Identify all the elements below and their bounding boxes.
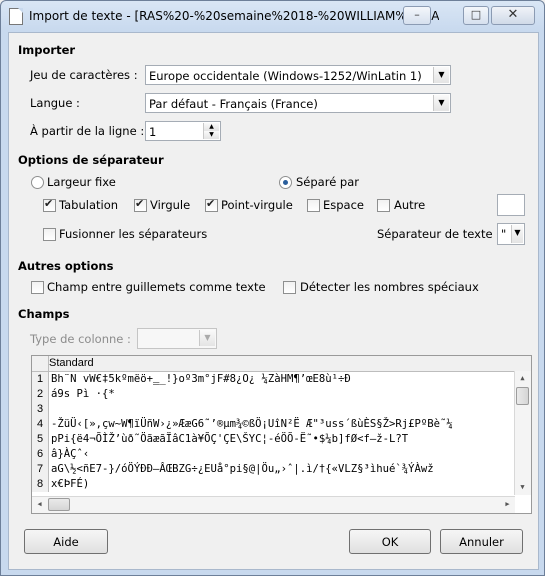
chevron-down-icon[interactable]: ▼ <box>511 225 523 243</box>
row-number: 2 <box>32 387 49 402</box>
cancel-button[interactable]: Annuler <box>440 529 523 554</box>
preview-row: 3 <box>32 402 512 417</box>
row-number: 4 <box>32 417 49 432</box>
row-number: 3 <box>32 402 49 417</box>
row-text: -ŽüÜ‹[»,çw~W¶ïÜñW›¿»ÆæG6˜’®µm¾©ßÖ¡UîN²Ë … <box>51 418 453 430</box>
close-button[interactable]: ✕ <box>491 6 535 25</box>
preview-row: 6 â}ÀÇˆ‹ <box>32 447 512 462</box>
row-number: 1 <box>32 372 49 387</box>
vertical-scrollbar[interactable]: ▲ ▼ <box>514 371 531 495</box>
scroll-right-icon[interactable]: ▶ <box>500 497 515 512</box>
row-text: pPi{ë4¬ÕÌŽ’ùð˜ÖãæãÏâC1à¥ÕÇ'ÇE\ŠYC¦-éÖÕ-Ë… <box>51 433 409 445</box>
chevron-down-icon[interactable]: ▼ <box>433 67 449 83</box>
detect-special-numbers-checkbox[interactable] <box>283 281 296 294</box>
text-separator-label: Séparateur de texte : <box>377 227 501 241</box>
semicolon-label: Point-virgule <box>221 198 293 212</box>
preview-grid[interactable]: Standard 1 Bh¨N vW€‡5kºmëö+‗_!}oº3m°jF#8… <box>31 355 532 514</box>
import-text-dialog: Import de texte - [RAS%20-%20semaine%201… <box>0 0 545 576</box>
horizontal-scrollbar[interactable]: ◀ ▶ <box>32 496 515 513</box>
column-type-select[interactable]: ▼ <box>137 328 217 349</box>
from-line-spinner[interactable]: 1 ▲ ▼ <box>145 121 221 141</box>
quoted-as-text-checkbox[interactable] <box>31 281 44 294</box>
comma-label: Virgule <box>150 198 191 212</box>
text-separator-select[interactable]: " ▼ <box>497 223 525 245</box>
row-text: Bh¨N vW€‡5kºmëö+‗_!}oº3m°jF#8¿O¿ ¼ZàHM¶’… <box>51 373 351 385</box>
language-select[interactable]: Par défaut - Français (France) ▼ <box>145 93 451 113</box>
merge-separators-checkbox[interactable] <box>43 228 56 241</box>
semicolon-checkbox[interactable] <box>205 197 218 212</box>
tab-checkbox[interactable] <box>43 197 56 212</box>
scroll-up-icon[interactable]: ▲ <box>515 371 530 386</box>
space-checkbox[interactable] <box>307 199 320 212</box>
language-value: Par défaut - Français (France) <box>149 97 318 111</box>
help-button[interactable]: Aide <box>24 529 108 554</box>
vertical-scroll-thumb[interactable] <box>516 387 529 405</box>
charset-select[interactable]: Europe occidentale (Windows-1252/WinLati… <box>145 65 451 85</box>
other-options-header: Autres options <box>18 259 114 273</box>
column-header[interactable]: Standard <box>49 357 94 369</box>
row-text: x€ÞFÉ) <box>51 478 90 490</box>
language-label: Langue : <box>30 96 80 110</box>
other-checkbox[interactable] <box>377 199 390 212</box>
from-line-label: À partir de la ligne : <box>30 124 145 138</box>
fields-header: Champs <box>18 307 70 321</box>
minimize-button[interactable]: – <box>403 6 431 25</box>
preview-row: 5 pPi{ë4¬ÕÌŽ’ùð˜ÖãæãÏâC1à¥ÕÇ'ÇE\ŠYC¦-éÖÕ… <box>32 432 512 447</box>
space-label: Espace <box>323 198 365 212</box>
row-text: aG\½<ñE7-}/óÖÝÐÐ–ÂŒBZG÷¿EUå°pi§@|Öu„›ˆ|.… <box>51 463 434 475</box>
import-section-header: Importer <box>18 43 76 57</box>
preview-row: 8 x€ÞFÉ) <box>32 477 512 492</box>
dialog-body: Importer Jeu de caractères : Europe occi… <box>8 32 539 570</box>
preview-row: 1 Bh¨N vW€‡5kºmëö+‗_!}oº3m°jF#8¿O¿ ¼ZàHM… <box>32 372 512 387</box>
row-number: 6 <box>32 447 49 462</box>
row-number: 7 <box>32 462 49 477</box>
spin-down-icon[interactable]: ▼ <box>203 131 219 139</box>
detect-special-numbers-label: Détecter les nombres spéciaux <box>300 280 479 294</box>
spin-up-icon[interactable]: ▲ <box>203 123 219 131</box>
fixed-width-radio[interactable] <box>31 176 44 189</box>
preview-header: Standard <box>32 356 531 372</box>
comma-checkbox[interactable] <box>134 197 147 212</box>
row-number: 8 <box>32 477 49 492</box>
row-text: á9s Pì ·{* <box>51 388 115 400</box>
maximize-button[interactable]: □ <box>463 6 489 25</box>
quoted-as-text-label: Champ entre guillemets comme texte <box>47 280 266 294</box>
tab-label: Tabulation <box>59 198 119 212</box>
charset-value: Europe occidentale (Windows-1252/WinLati… <box>149 69 422 83</box>
horizontal-scroll-thumb[interactable] <box>48 498 70 511</box>
merge-separators-label: Fusionner les séparateurs <box>59 227 208 241</box>
other-separator-input[interactable] <box>497 194 525 216</box>
from-line-value: 1 <box>149 125 157 139</box>
fixed-width-label: Largeur fixe <box>47 175 116 189</box>
ok-button[interactable]: OK <box>349 529 431 554</box>
separator-section-header: Options de séparateur <box>18 153 164 167</box>
separated-by-label: Séparé par <box>296 175 360 189</box>
separated-by-radio[interactable] <box>279 176 292 189</box>
scroll-left-icon[interactable]: ◀ <box>32 497 47 512</box>
chevron-down-icon[interactable]: ▼ <box>433 95 449 111</box>
row-number: 5 <box>32 432 49 447</box>
preview-row: 2 á9s Pì ·{* <box>32 387 512 402</box>
preview-corner[interactable] <box>32 356 49 371</box>
column-type-label: Type de colonne : <box>30 332 131 346</box>
charset-label: Jeu de caractères : <box>30 68 138 82</box>
document-icon <box>9 8 23 25</box>
text-separator-value: " <box>501 227 507 241</box>
row-text: â}ÀÇˆ‹ <box>51 448 90 460</box>
preview-row: 7 aG\½<ñE7-}/óÖÝÐÐ–ÂŒBZG÷¿EUå°pi§@|Öu„›ˆ… <box>32 462 512 477</box>
scroll-down-icon[interactable]: ▼ <box>515 480 530 495</box>
chevron-down-icon[interactable]: ▼ <box>199 330 215 346</box>
window-title: Import de texte - [RAS%20-%20semaine%201… <box>29 9 439 23</box>
preview-row: 4 -ŽüÜ‹[»,çw~W¶ïÜñW›¿»ÆæG6˜’®µm¾©ßÖ¡UîN²… <box>32 417 512 432</box>
title-bar[interactable]: Import de texte - [RAS%20-%20semaine%201… <box>1 1 544 31</box>
other-label: Autre <box>394 198 426 212</box>
